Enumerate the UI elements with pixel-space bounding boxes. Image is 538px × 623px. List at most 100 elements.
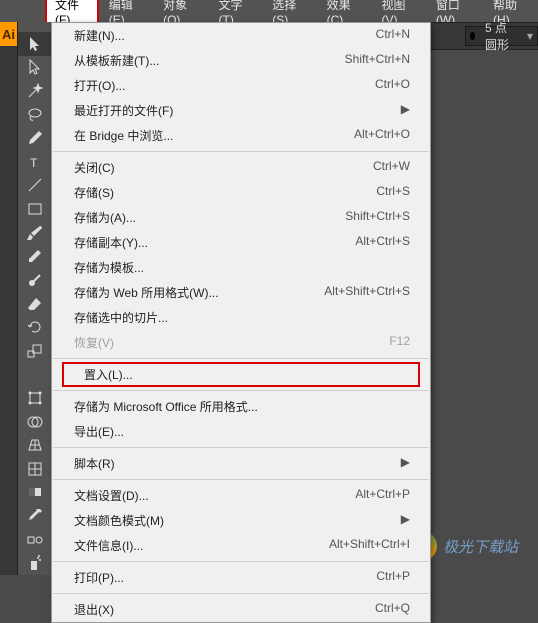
menu-item-13: 恢复(V) F12 — [52, 330, 430, 355]
menu-item-9[interactable]: 存储副本(Y)... Alt+Ctrl+S — [52, 230, 430, 255]
menu-separator — [53, 151, 429, 152]
chevron-down-icon: ▾ — [523, 29, 537, 43]
menu-item-8[interactable]: 存储为(A)... Shift+Ctrl+S — [52, 205, 430, 230]
menu-item-shortcut: Alt+Shift+Ctrl+I — [329, 537, 410, 554]
menu-item-0[interactable]: 新建(N)... Ctrl+N — [52, 23, 430, 48]
menu-item-label: 关闭(C) — [74, 159, 115, 176]
ai-logo: Ai — [0, 22, 17, 46]
menu-item-shortcut: Ctrl+Q — [375, 601, 410, 618]
symbol-spray-tool[interactable] — [18, 551, 51, 575]
blend-tool[interactable] — [18, 528, 51, 552]
menu-item-label: 文档颜色模式(M) — [74, 512, 164, 529]
menu-item-label: 从模板新建(T)... — [74, 52, 159, 69]
gradient-tool[interactable] — [18, 481, 51, 505]
lasso-tool[interactable] — [18, 103, 51, 127]
stroke-label: 5 点圆形 — [479, 19, 523, 53]
menu-item-label: 脚本(R) — [74, 455, 115, 472]
selection-tool[interactable] — [18, 32, 51, 56]
menu-item-label: 文件信息(I)... — [74, 537, 143, 554]
menu-item-shortcut: F12 — [389, 334, 410, 351]
line-tool[interactable] — [18, 174, 51, 198]
menu-item-label: 置入(L)... — [84, 366, 133, 383]
rectangle-tool[interactable] — [18, 197, 51, 221]
menu-item-label: 退出(X) — [74, 601, 114, 618]
menu-item-shortcut: Alt+Ctrl+O — [354, 127, 410, 144]
menu-item-15[interactable]: 置入(L)... — [62, 362, 420, 387]
menu-item-shortcut: Ctrl+W — [373, 159, 410, 176]
menu-item-shortcut: Alt+Ctrl+S — [355, 234, 410, 251]
menu-item-label: 导出(E)... — [74, 423, 124, 440]
menu-item-10[interactable]: 存储为模板... — [52, 255, 430, 280]
menu-item-shortcut: Ctrl+N — [376, 27, 410, 44]
menu-item-label: 恢复(V) — [74, 334, 114, 351]
menu-item-20[interactable]: 脚本(R) ▶ — [52, 451, 430, 476]
menu-item-26[interactable]: 打印(P)... Ctrl+P — [52, 565, 430, 590]
menu-item-1[interactable]: 从模板新建(T)... Shift+Ctrl+N — [52, 48, 430, 73]
free-transform-tool[interactable] — [18, 386, 51, 410]
menu-item-label: 存储为 Microsoft Office 所用格式... — [74, 398, 258, 415]
menu-item-7[interactable]: 存储(S) Ctrl+S — [52, 180, 430, 205]
menu-item-label: 最近打开的文件(F) — [74, 102, 173, 119]
menu-item-shortcut: Alt+Ctrl+P — [355, 487, 410, 504]
submenu-arrow-icon: ▶ — [401, 512, 410, 529]
menu-item-4[interactable]: 在 Bridge 中浏览... Alt+Ctrl+O — [52, 123, 430, 148]
menu-item-shortcut: Ctrl+S — [376, 184, 410, 201]
svg-text:T: T — [30, 156, 38, 170]
menu-item-shortcut: Shift+Ctrl+S — [345, 209, 410, 226]
scale-tool[interactable] — [18, 339, 51, 363]
watermark-text: 极光下载站 — [443, 536, 518, 557]
menu-item-11[interactable]: 存储为 Web 所用格式(W)... Alt+Shift+Ctrl+S — [52, 280, 430, 305]
menu-separator — [53, 561, 429, 562]
menu-item-label: 存储(S) — [74, 184, 114, 201]
menu-item-shortcut: Alt+Shift+Ctrl+S — [324, 284, 410, 301]
pen-tool[interactable] — [18, 126, 51, 150]
menu-item-23[interactable]: 文档颜色模式(M) ▶ — [52, 508, 430, 533]
menu-item-3[interactable]: 最近打开的文件(F) ▶ — [52, 98, 430, 123]
width-tool[interactable] — [18, 363, 51, 387]
menu-item-shortcut: Ctrl+O — [375, 77, 410, 94]
menu-item-28[interactable]: 退出(X) Ctrl+Q — [52, 597, 430, 622]
eyedropper-tool[interactable] — [18, 504, 51, 528]
menu-item-label: 存储为(A)... — [74, 209, 136, 226]
file-menu-dropdown: 新建(N)... Ctrl+N 从模板新建(T)... Shift+Ctrl+N 打开(… — [51, 22, 431, 623]
submenu-arrow-icon: ▶ — [401, 102, 410, 119]
magic-wand-tool[interactable] — [18, 79, 51, 103]
menu-item-label: 存储选中的切片... — [74, 309, 168, 326]
menu-item-22[interactable]: 文档设置(D)...Alt+Ctrl+P — [52, 483, 430, 508]
menu-item-12[interactable]: 存储选中的切片... — [52, 305, 430, 330]
menu-separator — [53, 479, 429, 480]
direct-selection-tool[interactable] — [18, 56, 51, 80]
eraser-tool[interactable] — [18, 292, 51, 316]
menu-item-shortcut: Shift+Ctrl+N — [345, 52, 410, 69]
brush-tool[interactable] — [18, 221, 51, 245]
menu-item-shortcut: Ctrl+P — [376, 569, 410, 586]
blob-tool[interactable] — [18, 268, 51, 292]
mesh-tool[interactable] — [18, 457, 51, 481]
rotate-tool[interactable] — [18, 315, 51, 339]
perspective-tool[interactable] — [18, 433, 51, 457]
menu-item-label: 打印(P)... — [74, 569, 124, 586]
submenu-arrow-icon: ▶ — [401, 455, 410, 472]
type-tool[interactable]: T — [18, 150, 51, 174]
menu-separator — [53, 390, 429, 391]
menu-item-label: 存储副本(Y)... — [74, 234, 148, 251]
menu-item-label: 存储为模板... — [74, 259, 144, 276]
menu-item-18[interactable]: 导出(E)... — [52, 419, 430, 444]
menu-item-6[interactable]: 关闭(C) Ctrl+W — [52, 155, 430, 180]
menu-separator — [53, 593, 429, 594]
menu-item-label: 存储为 Web 所用格式(W)... — [74, 284, 218, 301]
stroke-profile-select[interactable]: 5 点圆形 ▾ — [465, 26, 538, 46]
menu-separator — [53, 358, 429, 359]
menubar: 文件(F)编辑(E)对象(O)文字(T)选择(S)效果(C)视图(V)窗口(W)… — [0, 0, 538, 22]
menu-item-label: 新建(N)... — [74, 27, 125, 44]
menu-item-label: 打开(O)... — [74, 77, 125, 94]
pencil-tool[interactable] — [18, 244, 51, 268]
tool-rail: Ai — [0, 22, 18, 575]
menu-item-17[interactable]: 存储为 Microsoft Office 所用格式... — [52, 394, 430, 419]
menu-item-label: 在 Bridge 中浏览... — [74, 127, 173, 144]
menu-item-24[interactable]: 文件信息(I)... Alt+Shift+Ctrl+I — [52, 533, 430, 558]
menu-separator — [53, 447, 429, 448]
menu-item-2[interactable]: 打开(O)... Ctrl+O — [52, 73, 430, 98]
tool-panel: T — [18, 22, 51, 575]
shape-builder-tool[interactable] — [18, 410, 51, 434]
